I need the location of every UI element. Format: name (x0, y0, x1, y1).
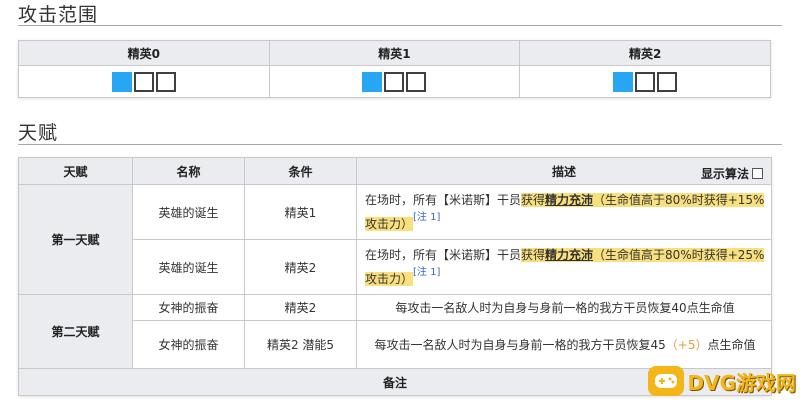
desc-text: 每攻击一名敌人时为自身与身前一格的我方干员恢复45 (374, 337, 666, 352)
range-grid (613, 71, 678, 92)
range-cell (362, 71, 383, 92)
condition-header: 条件 (244, 157, 357, 185)
range-grid (362, 71, 427, 92)
talent-section-title: 天赋 (18, 122, 59, 144)
potential-bonus: （+5） (665, 337, 708, 352)
talent-name: 英雄的诞生 (132, 184, 245, 240)
talent-description: 每攻击一名敌人时为自身与身前一格的我方干员恢复45（+5）点生命值 (356, 320, 772, 369)
range-header-elite2: 精英2 (519, 40, 771, 66)
range-grid (111, 71, 176, 92)
range-header-elite0: 精英0 (18, 40, 270, 66)
talent-header: 天赋 (18, 157, 133, 185)
range-cell (111, 71, 132, 92)
description-header-label: 描述 (551, 164, 576, 179)
desc-prefix: 在场时，所有【米诺斯】干员 (365, 193, 522, 207)
range-cell (635, 71, 656, 92)
talent-section-divider (18, 144, 782, 145)
range-grid-elite0 (18, 65, 270, 98)
desc-prefix: 在场时，所有【米诺斯】干员 (365, 248, 522, 262)
talent-group-label: 第二天赋 (18, 294, 133, 369)
talent-name: 女神的振奋 (132, 320, 245, 369)
range-cell (155, 71, 176, 92)
talent-condition: 精英2 潜能5 (244, 320, 357, 369)
table-row: 第一天赋 英雄的诞生 精英1 在场时，所有【米诺斯】干员获得精力充沛（生命值高于… (18, 184, 772, 295)
range-cell (384, 71, 405, 92)
show-algorithm-checkbox[interactable] (752, 168, 763, 179)
talent-condition: 精英1 (244, 184, 357, 240)
name-header: 名称 (132, 157, 245, 185)
watermark-text: DVG游戏网 (687, 370, 797, 395)
desc-text-end: 点生命值 (707, 337, 756, 352)
talent-name: 英雄的诞生 (132, 239, 245, 295)
attack-range-table: 精英0 精英1 精英2 (18, 40, 771, 98)
desc-highlight-text: 获得 (521, 193, 546, 207)
talent-name: 女神的振奋 (132, 294, 245, 321)
range-cell (133, 71, 154, 92)
talent-description: 每攻击一名敌人时为自身与身前一格的我方干员恢复40点生命值 (356, 294, 772, 321)
description-header: 描述 显示算法 (356, 157, 772, 185)
desc-highlight-text: 获得 (521, 248, 546, 262)
footnote-link[interactable]: [注 1] (413, 267, 440, 278)
range-cell (613, 71, 634, 92)
table-row: 第二天赋 女神的振奋 精英2 每攻击一名敌人时为自身与身前一格的我方干员恢复40… (18, 294, 772, 369)
show-algorithm-label: 显示算法 (700, 167, 749, 181)
range-section-title: 攻击范围 (18, 4, 99, 26)
range-grid-elite1 (268, 65, 520, 98)
gamepad-icon (647, 366, 684, 396)
talent-table: 天赋 名称 条件 描述 显示算法 第一天赋 英雄的诞生 精英1 在场时，所有【米… (18, 157, 772, 396)
talent-description: 在场时，所有【米诺斯】干员获得精力充沛（生命值高于80%时获得+15%攻击力）[… (356, 184, 772, 240)
range-grid-elite2 (519, 65, 771, 98)
range-cell (406, 71, 427, 92)
talent-description: 在场时，所有【米诺斯】干员获得精力充沛（生命值高于80%时获得+25%攻击力）[… (356, 239, 772, 295)
talent-condition: 精英2 (244, 239, 357, 295)
show-algorithm-toggle[interactable]: 显示算法 (701, 165, 763, 182)
range-cell (657, 71, 678, 92)
footnote-link[interactable]: [注 1] (413, 212, 440, 223)
range-header-elite1: 精英1 (268, 40, 520, 66)
talent-group-label: 第一天赋 (18, 184, 133, 295)
range-section-divider (18, 25, 782, 26)
status-effect-link[interactable]: 精力充沛 (545, 193, 593, 207)
status-effect-link[interactable]: 精力充沛 (545, 248, 593, 262)
talent-condition: 精英2 (244, 294, 357, 321)
site-watermark: DVG游戏网 (647, 366, 797, 396)
